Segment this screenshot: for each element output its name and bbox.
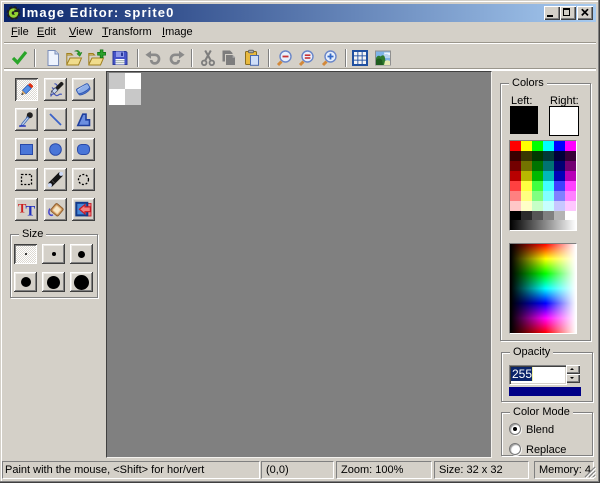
svg-text:T: T <box>26 204 36 219</box>
